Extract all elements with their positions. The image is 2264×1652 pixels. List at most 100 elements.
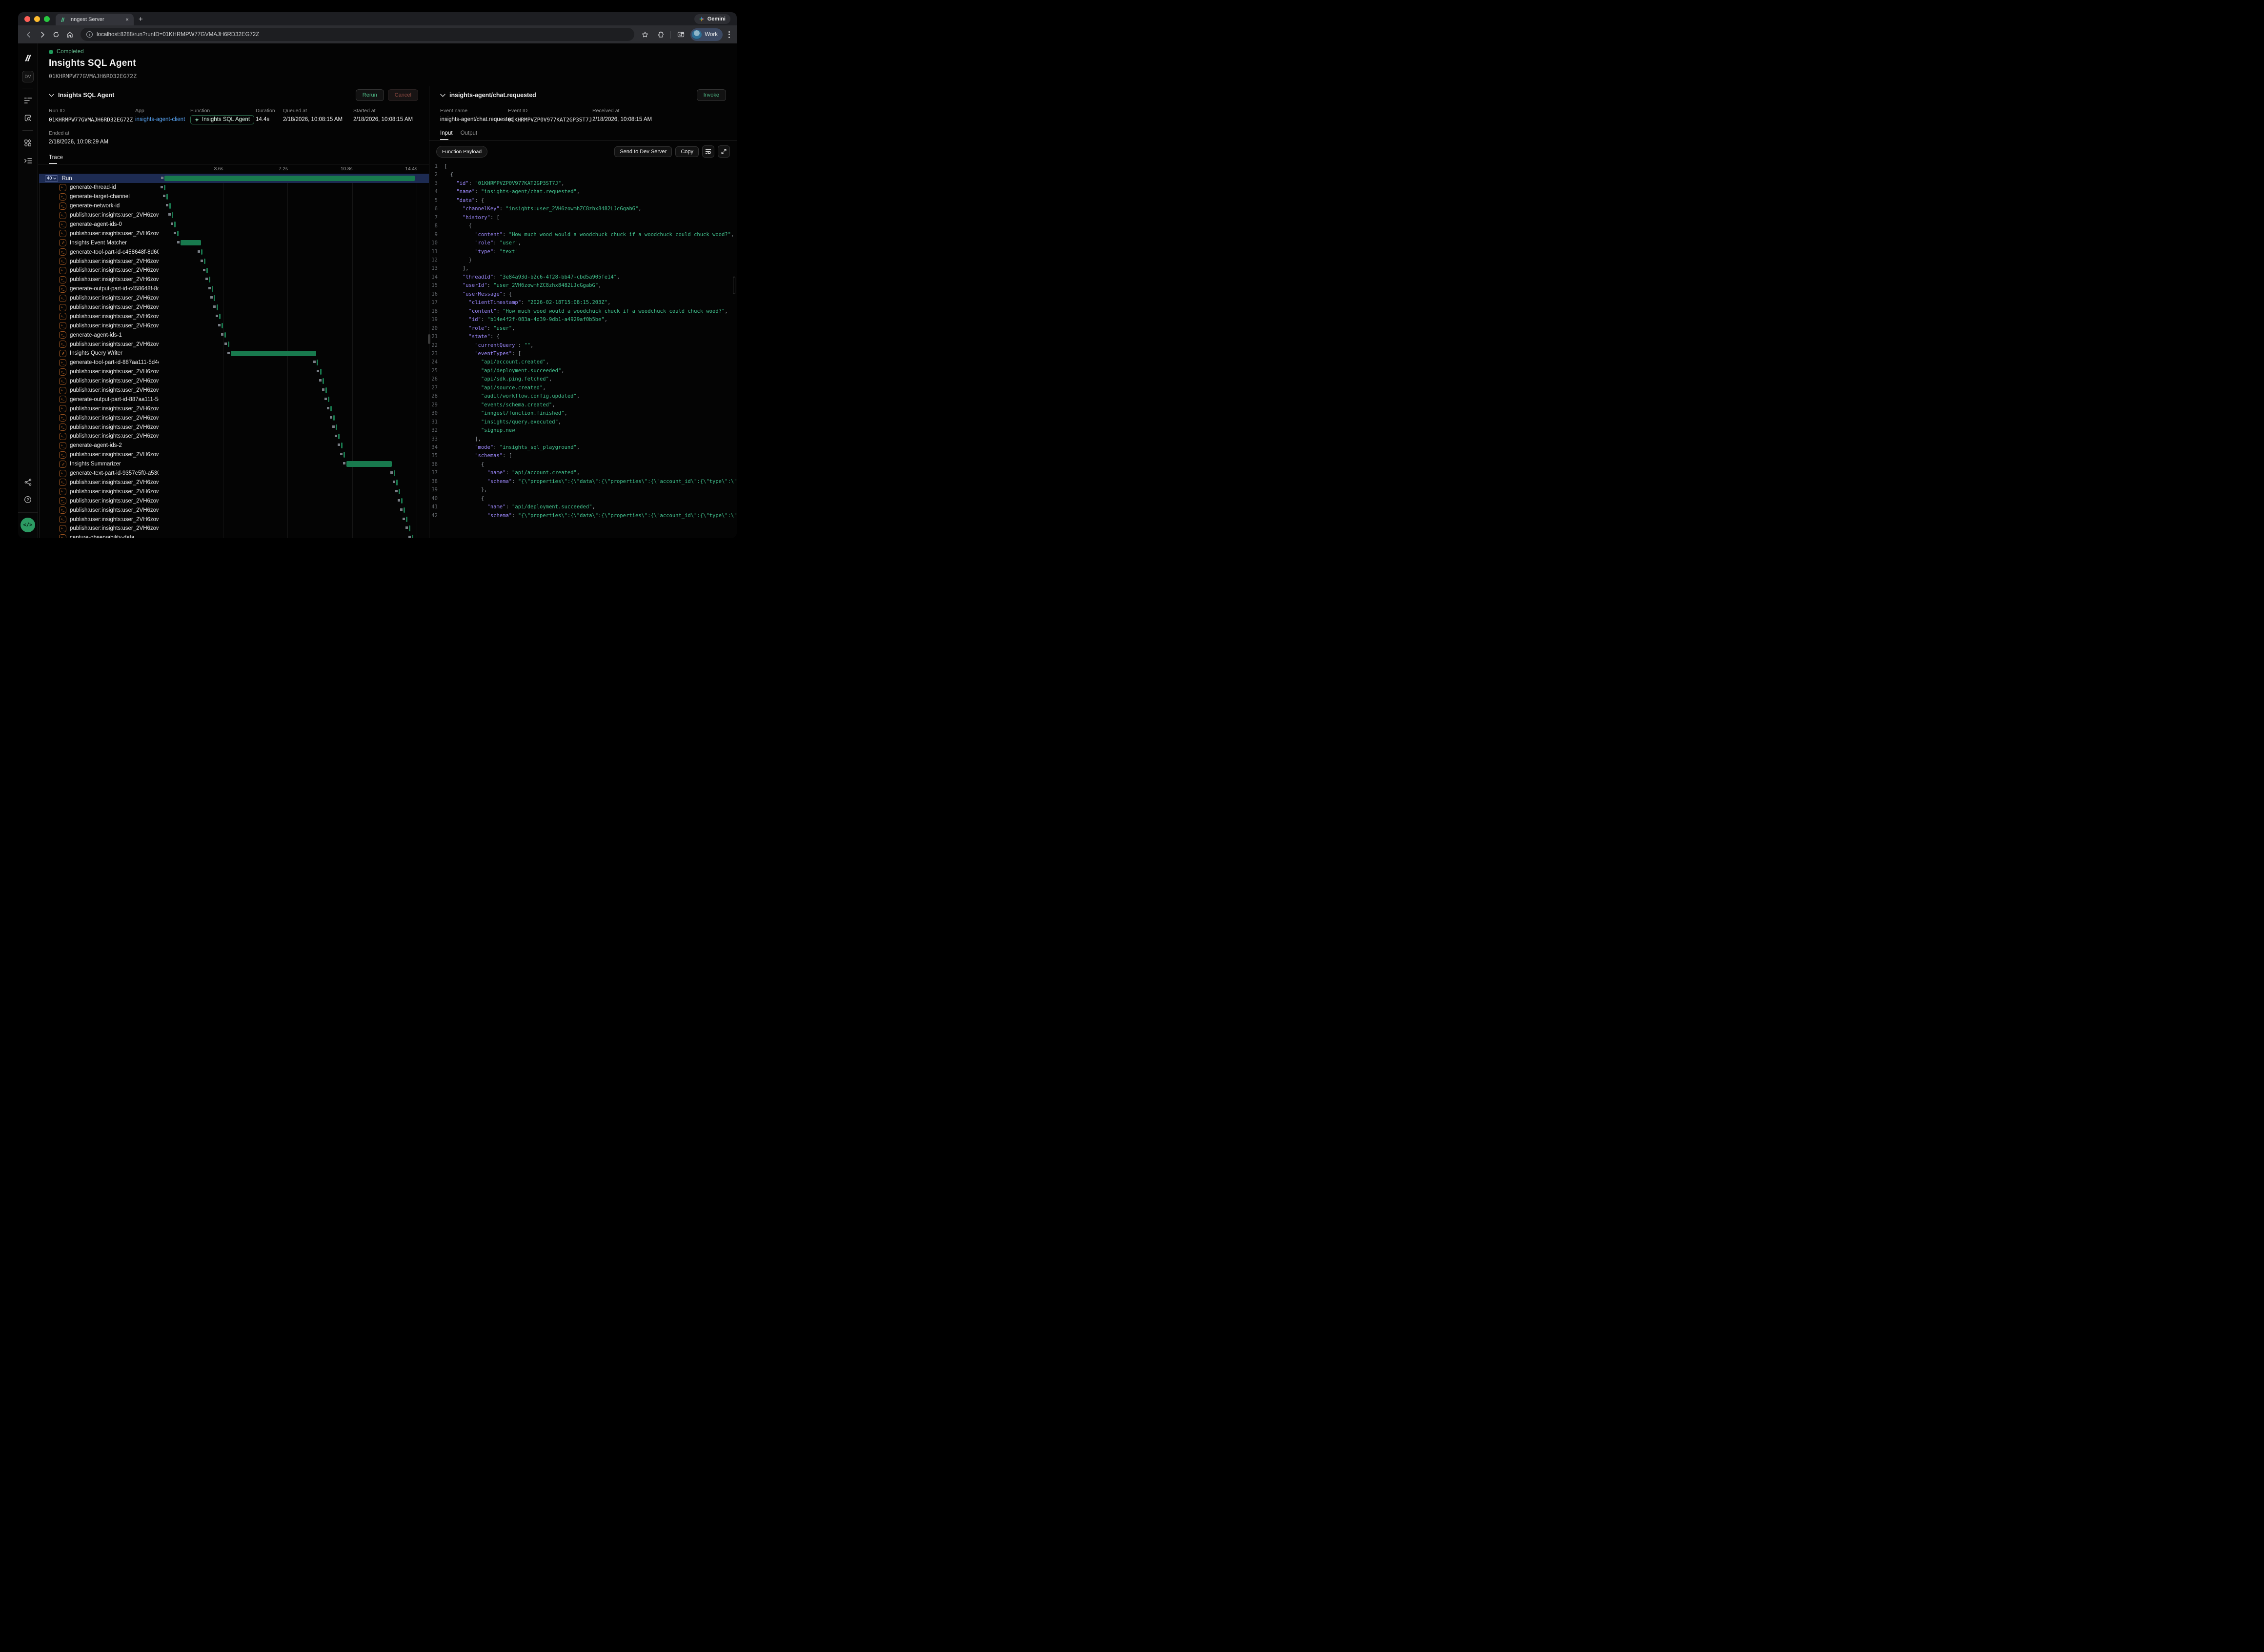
gantt-bar[interactable] [217, 304, 218, 310]
trace-row[interactable]: >_generate-agent-ids-1 [39, 330, 429, 340]
trace-row[interactable]: >_publish:user:insights:user_2VH6zowmh..… [39, 275, 429, 284]
trace-row[interactable]: >_generate-agent-ids-0 [39, 220, 429, 229]
close-window-icon[interactable] [24, 16, 30, 22]
payload-json-editor[interactable]: 1[2 {3 "id": "01KHRMPVZP0V977KAT2GP3ST7J… [429, 162, 737, 520]
gantt-bar[interactable] [399, 489, 400, 495]
app-link[interactable]: insights-agent-client [135, 117, 190, 122]
trace-row[interactable]: >_publish:user:insights:user_2VH6zowmh..… [39, 404, 429, 413]
trace-row[interactable]: >_publish:user:insights:user_2VH6zowmh..… [39, 321, 429, 330]
forward-icon[interactable] [37, 29, 48, 40]
runs-list-icon[interactable] [22, 95, 34, 106]
home-icon[interactable] [64, 29, 76, 40]
trace-row[interactable]: >_publish:user:insights:user_2VH6zowmh..… [39, 450, 429, 460]
gantt-bar[interactable] [404, 507, 405, 513]
trace-row[interactable]: >_publish:user:insights:user_2VH6zowmh..… [39, 386, 429, 395]
trace-row[interactable]: >_publish:user:insights:user_2VH6zowmh..… [39, 229, 429, 238]
trace-row[interactable]: >_publish:user:insights:user_2VH6zowmh..… [39, 515, 429, 524]
trace-row[interactable]: >_generate-output-part-id-887aa111-5d4e.… [39, 395, 429, 404]
trace-row-run[interactable]: 40 Run [39, 174, 429, 183]
rerun-button[interactable]: Rerun [356, 89, 384, 101]
trace-row[interactable]: >_publish:user:insights:user_2VH6zowmh..… [39, 312, 429, 321]
minimize-window-icon[interactable] [34, 16, 40, 22]
gantt-bar[interactable] [336, 424, 337, 430]
gantt-bar[interactable] [174, 222, 176, 227]
chevron-down-icon[interactable] [49, 91, 54, 100]
copy-button[interactable]: Copy [675, 146, 699, 157]
browser-menu-icon[interactable] [727, 31, 732, 38]
dev-env-badge[interactable]: DV [22, 71, 34, 82]
reload-icon[interactable] [50, 29, 62, 40]
trace-row[interactable]: ∿Insights Summarizer [39, 460, 429, 469]
gantt-bar[interactable] [406, 517, 407, 523]
new-tab-button[interactable]: + [134, 15, 148, 25]
profile-button[interactable]: Work [690, 28, 723, 41]
gantt-bar[interactable] [328, 397, 329, 403]
help-icon[interactable]: ? [22, 494, 34, 505]
gantt-bar[interactable] [320, 369, 322, 375]
gantt-bar[interactable] [209, 277, 210, 282]
trace-row[interactable]: ∿Insights Query Writer [39, 349, 429, 358]
gantt-bar[interactable] [412, 535, 413, 538]
gantt-bar[interactable] [214, 295, 215, 301]
trace-row[interactable]: >_publish:user:insights:user_2VH6zowmh..… [39, 377, 429, 386]
gantt-bar[interactable] [317, 360, 318, 365]
apps-icon[interactable] [22, 137, 34, 149]
gantt-bar[interactable] [330, 406, 332, 412]
gantt-bar[interactable] [341, 443, 343, 448]
function-payload-pill[interactable]: Function Payload [436, 146, 487, 158]
share-icon[interactable] [22, 476, 34, 488]
trace-row[interactable]: >_publish:user:insights:user_2VH6zowmh..… [39, 432, 429, 441]
gantt-bar[interactable] [166, 194, 168, 200]
trace-row[interactable]: >_publish:user:insights:user_2VH6zowmh..… [39, 413, 429, 423]
trace-row[interactable]: >_publish:user:insights:user_2VH6zowmh..… [39, 294, 429, 303]
gantt-bar[interactable] [394, 470, 395, 476]
chevron-down-icon[interactable] [440, 91, 445, 100]
gantt-bar[interactable] [338, 434, 340, 440]
gantt-bar[interactable] [177, 231, 179, 237]
panel-resize-handle[interactable] [428, 334, 430, 344]
gantt-bar[interactable] [346, 461, 392, 467]
extensions-icon[interactable] [655, 29, 667, 40]
gantt-bar[interactable] [333, 415, 335, 421]
gantt-bar[interactable] [201, 249, 202, 255]
gantt-bar[interactable] [323, 378, 324, 384]
expand-icon[interactable] [718, 145, 730, 158]
trace-row[interactable]: >_generate-target-channel [39, 192, 429, 201]
trace-row[interactable]: >_publish:user:insights:user_2VH6zowmh..… [39, 303, 429, 312]
trace-row[interactable]: >_publish:user:insights:user_2VH6zowmh..… [39, 266, 429, 275]
trace-row[interactable]: >_publish:user:insights:user_2VH6zowmh..… [39, 487, 429, 496]
tab-output[interactable]: Output [461, 130, 478, 140]
trace-row[interactable]: >_publish:user:insights:user_2VH6zowmh..… [39, 367, 429, 377]
gantt-bar[interactable] [344, 452, 345, 458]
trace-row[interactable]: ∿Insights Event Matcher [39, 238, 429, 247]
trace-row[interactable]: >_publish:user:insights:user_2VH6zowmh..… [39, 524, 429, 533]
tab-search-icon[interactable] [675, 29, 687, 40]
gantt-bar[interactable] [206, 268, 208, 274]
gantt-bar[interactable] [212, 286, 213, 292]
trace-row[interactable]: >_publish:user:insights:user_2VH6zowmh..… [39, 496, 429, 505]
function-pill[interactable]: Insights SQL Agent [190, 115, 254, 124]
gantt-bar[interactable] [222, 323, 223, 329]
maximize-window-icon[interactable] [44, 16, 50, 22]
terminal-logs-icon[interactable] [22, 155, 34, 166]
gantt-bar[interactable] [396, 480, 398, 485]
send-to-dev-server-button[interactable]: Send to Dev Server [614, 146, 672, 157]
gantt-bar[interactable] [164, 176, 415, 181]
trace-row[interactable]: >_publish:user:insights:user_2VH6zowmh..… [39, 423, 429, 432]
back-icon[interactable] [23, 29, 35, 40]
tab-input[interactable]: Input [440, 130, 453, 140]
url-bar[interactable]: i localhost:8288/run?runID=01KHRMPW77GVM… [81, 28, 634, 41]
trace-row[interactable]: >_generate-output-part-id-c458648f-8d6..… [39, 284, 429, 294]
gantt-bar[interactable] [401, 498, 403, 504]
dev-tools-button[interactable]: </> [20, 518, 35, 532]
invoke-button[interactable]: Invoke [697, 89, 726, 101]
trace-row[interactable]: >_publish:user:insights:user_2VH6zowmh..… [39, 505, 429, 515]
gantt-bar[interactable] [204, 259, 205, 264]
gantt-bar[interactable] [169, 203, 171, 209]
word-wrap-icon[interactable] [702, 145, 714, 158]
gantt-bar[interactable] [181, 240, 201, 246]
trace-row[interactable]: >_publish:user:insights:user_2VH6zowmh..… [39, 211, 429, 220]
trace-row[interactable]: >_publish:user:insights:user_2VH6zowmh..… [39, 478, 429, 487]
trace-row[interactable]: >_generate-agent-ids-2 [39, 441, 429, 450]
gemini-button[interactable]: Gemini [694, 14, 730, 24]
